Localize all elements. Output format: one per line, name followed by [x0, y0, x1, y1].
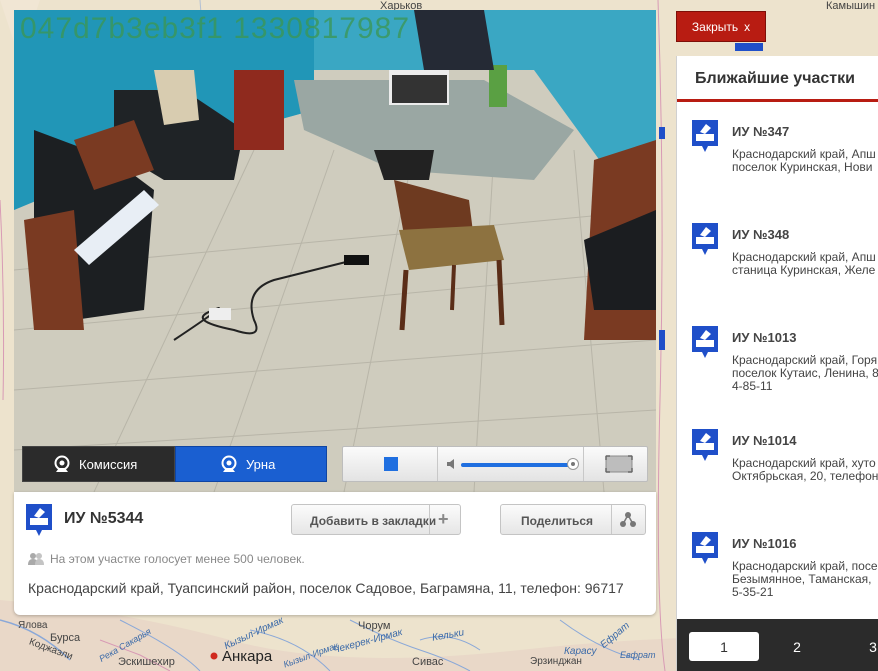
button-divider	[611, 505, 612, 534]
panel-title: Ближайшие участки	[677, 56, 878, 102]
add-bookmark-button[interactable]: Добавить в закладки +	[291, 504, 461, 535]
nearby-station-address: Краснодарский край, Апш поселок Куринска…	[732, 148, 876, 174]
map-city-label: Ялова	[18, 620, 48, 631]
ballot-box-icon	[692, 120, 718, 152]
nearby-station-title: ИУ №347	[732, 124, 790, 139]
volume-slider-handle[interactable]	[567, 458, 579, 470]
fullscreen-button[interactable]	[591, 447, 647, 481]
page-button-1[interactable]: 1	[689, 632, 759, 661]
ballot-box-icon	[692, 532, 718, 564]
voters-note: На этом участке голосует менее 500 челов…	[28, 552, 305, 566]
nearby-station-title: ИУ №348	[732, 227, 790, 242]
nearby-station-title: ИУ №1014	[732, 433, 797, 448]
nearby-stations-panel: Ближайшие участки ИУ №347 Краснодарский …	[676, 56, 878, 671]
nearby-station-address: Краснодарский край, Горя поселок Кутаис,…	[732, 354, 878, 393]
close-icon: x	[744, 19, 751, 34]
camera-id-overlay: 047d7b3eb3f1 1330817987	[20, 12, 411, 45]
map-city-label: Камышин	[826, 0, 876, 12]
camera-frame	[14, 10, 656, 492]
player-controls	[342, 446, 648, 482]
button-divider	[429, 505, 430, 534]
close-label: Закрыть	[691, 19, 739, 34]
ballot-box-icon	[692, 429, 718, 461]
map-river-label: Евфрат	[620, 650, 656, 660]
station-address: Краснодарский край, Туапсинский район, п…	[28, 580, 624, 596]
voters-note-text: На этом участке голосует менее 500 челов…	[50, 552, 305, 566]
video-player[interactable]: 047d7b3eb3f1 1330817987 Комиссия Урна	[14, 10, 656, 492]
nearby-station-address: Краснодарский край, посе Безымянное, Там…	[732, 560, 878, 599]
stop-icon	[384, 457, 398, 471]
share-label: Поделиться	[521, 514, 594, 528]
tab-commission-label: Комиссия	[79, 456, 138, 472]
pagination: 1 2 3	[677, 619, 878, 671]
volume-control[interactable]	[439, 447, 584, 481]
nearby-station-address: Краснодарский край, Апш станица Куринска…	[732, 251, 876, 277]
nearby-station-title: ИУ №1013	[732, 330, 797, 345]
stop-button[interactable]	[343, 447, 438, 481]
people-icon	[28, 553, 44, 565]
share-button[interactable]: Поделиться	[500, 504, 646, 535]
map-city-label: Эскишехир	[118, 656, 175, 668]
fullscreen-icon	[605, 455, 633, 473]
station-info-card: ИУ №5344 Добавить в закладки + Поделитьс…	[14, 492, 656, 615]
speaker-icon	[447, 459, 454, 469]
map-river-label: Карасу	[564, 646, 597, 657]
add-bookmark-label: Добавить в закладки	[310, 514, 437, 528]
nearby-station-address: Краснодарский край, хуто Октябрьская, 20…	[732, 457, 878, 483]
map-city-label: Эрзинджан	[530, 656, 582, 667]
nearby-station-title: ИУ №1016	[732, 536, 797, 551]
page-button-2[interactable]: 2	[777, 632, 817, 661]
ballot-box-icon	[26, 504, 52, 536]
share-icon	[620, 512, 636, 527]
page-button-3[interactable]: 3	[853, 632, 878, 661]
tab-commission[interactable]: Комиссия	[22, 446, 175, 482]
plus-icon: +	[438, 509, 449, 529]
map-city-label: Сивас	[412, 656, 444, 668]
close-button[interactable]: Закрыть x	[676, 11, 766, 42]
ballot-box-icon	[692, 326, 718, 358]
ballot-box-icon	[692, 223, 718, 255]
volume-slider-track[interactable]	[461, 463, 573, 467]
tab-urn[interactable]: Урна	[175, 446, 327, 482]
map-city-label: Бурса	[50, 632, 81, 644]
station-title: ИУ №5344	[64, 510, 144, 527]
webcam-icon	[221, 455, 237, 472]
webcam-icon	[54, 455, 70, 472]
tab-urn-label: Урна	[246, 456, 276, 472]
